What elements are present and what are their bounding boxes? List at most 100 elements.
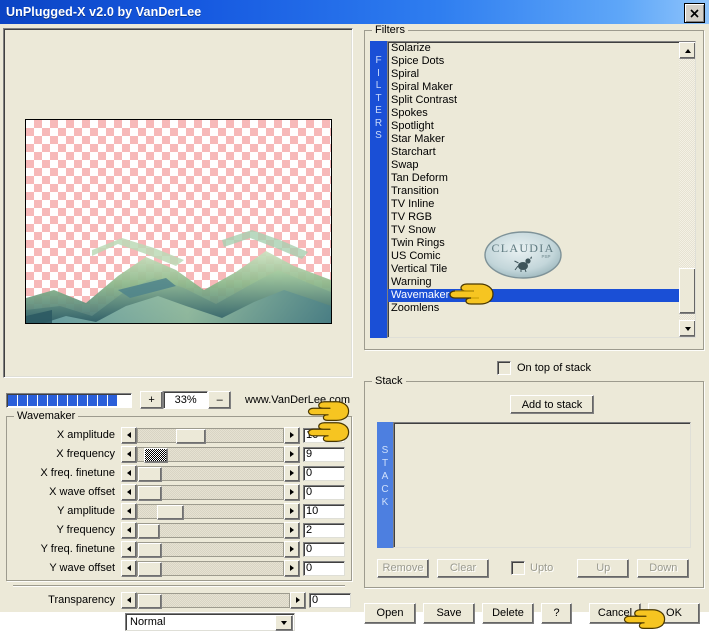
- parameter-slider-thumb[interactable]: [156, 504, 184, 520]
- parameter-value[interactable]: 0: [303, 465, 345, 481]
- upto-row[interactable]: Upto: [511, 561, 553, 575]
- parameter-value[interactable]: 0: [303, 484, 345, 500]
- filter-item[interactable]: Spotlight: [388, 120, 679, 133]
- on-top-of-stack-row[interactable]: On top of stack: [497, 361, 591, 375]
- filters-vertical-letter: I: [377, 67, 380, 79]
- parameter-decrement-button[interactable]: [121, 521, 137, 539]
- cancel-button[interactable]: Cancel: [589, 602, 641, 624]
- filter-item[interactable]: Wavemaker: [388, 289, 679, 302]
- filters-list-wrapper: FILTERS Solarize Spice Dots Spiral Spiral M…: [370, 41, 696, 338]
- parameter-slider-thumb[interactable]: [143, 447, 168, 463]
- filter-item[interactable]: US Comic: [388, 250, 679, 263]
- transparency-decrement-button[interactable]: [121, 591, 137, 609]
- on-top-of-stack-checkbox[interactable]: [497, 361, 511, 375]
- parameter-slider-track[interactable]: [137, 503, 284, 520]
- parameter-decrement-button[interactable]: [121, 464, 137, 482]
- save-button[interactable]: Save: [423, 602, 475, 624]
- upto-checkbox[interactable]: [511, 561, 525, 575]
- add-to-stack-button[interactable]: Add to stack: [510, 395, 594, 414]
- filter-item[interactable]: TV Snow: [388, 224, 679, 237]
- parameter-slider-track[interactable]: [137, 465, 284, 482]
- parameter-slider-track[interactable]: [137, 484, 284, 501]
- parameter-slider-thumb[interactable]: [175, 428, 206, 444]
- filter-item[interactable]: Twin Rings: [388, 237, 679, 250]
- filter-item[interactable]: Solarize: [388, 42, 679, 55]
- zoom-out-button[interactable]: –: [208, 391, 232, 409]
- filter-item[interactable]: Warning: [388, 276, 679, 289]
- parameter-slider-thumb[interactable]: [138, 542, 162, 558]
- parameter-increment-button[interactable]: [284, 445, 300, 463]
- zoom-in-button[interactable]: +: [140, 391, 163, 409]
- window-title: UnPlugged-X v2.0 by VanDerLee: [6, 5, 202, 19]
- parameter-decrement-button[interactable]: [121, 426, 137, 444]
- ok-button[interactable]: OK: [648, 602, 700, 624]
- close-button[interactable]: [684, 3, 705, 23]
- filter-item[interactable]: TV RGB: [388, 211, 679, 224]
- parameter-increment-button[interactable]: [284, 540, 300, 558]
- parameter-slider-track[interactable]: [137, 522, 284, 539]
- parameter-value[interactable]: 0: [303, 541, 345, 557]
- parameter-increment-button[interactable]: [284, 426, 300, 444]
- parameter-value[interactable]: 16: [303, 427, 345, 443]
- filter-item[interactable]: Starchart: [388, 146, 679, 159]
- filter-item[interactable]: Spokes: [388, 107, 679, 120]
- scroll-down-button[interactable]: [679, 320, 695, 337]
- website-link[interactable]: www.VanDerLee.com: [245, 394, 350, 406]
- parameter-value[interactable]: 2: [303, 522, 345, 538]
- clear-button[interactable]: Clear: [437, 558, 489, 578]
- open-button[interactable]: Open: [364, 602, 416, 624]
- parameter-decrement-button[interactable]: [121, 540, 137, 558]
- parameter-increment-button[interactable]: [284, 559, 300, 577]
- transparency-slider-thumb[interactable]: [138, 593, 162, 609]
- filter-item[interactable]: Tan Deform: [388, 172, 679, 185]
- parameter-slider-thumb[interactable]: [138, 466, 162, 482]
- chevron-down-icon[interactable]: [275, 615, 293, 631]
- transparency-increment-button[interactable]: [290, 591, 306, 609]
- filter-item[interactable]: Transition: [388, 185, 679, 198]
- stack-listbox[interactable]: [393, 422, 691, 548]
- filter-item[interactable]: Star Maker: [388, 133, 679, 146]
- parameter-slider-track[interactable]: [137, 560, 284, 577]
- filters-listbox[interactable]: Solarize Spice Dots Spiral Spiral Maker Spli…: [387, 41, 696, 338]
- scrollbar-thumb[interactable]: [679, 268, 695, 314]
- filters-scrollbar[interactable]: [679, 42, 695, 337]
- filter-item[interactable]: Spice Dots: [388, 55, 679, 68]
- transparency-slider-track[interactable]: [137, 592, 290, 609]
- parameter-decrement-button[interactable]: [121, 502, 137, 520]
- help-button[interactable]: ?: [541, 602, 572, 624]
- parameter-slider-thumb[interactable]: [138, 485, 162, 501]
- filter-item[interactable]: Zoomlens: [388, 302, 679, 315]
- parameter-slider-track[interactable]: [137, 427, 284, 444]
- filter-item[interactable]: Swap: [388, 159, 679, 172]
- transparency-value[interactable]: 0: [309, 592, 351, 608]
- up-button[interactable]: Up: [577, 558, 630, 578]
- remove-button[interactable]: Remove: [377, 558, 429, 578]
- filter-item[interactable]: TV Inline: [388, 198, 679, 211]
- parameter-slider-track[interactable]: [137, 541, 284, 558]
- parameter-value[interactable]: 10: [303, 503, 345, 519]
- parameter-decrement-button[interactable]: [121, 559, 137, 577]
- parameter-increment-button[interactable]: [284, 483, 300, 501]
- filter-item[interactable]: Split Contrast: [388, 94, 679, 107]
- parameter-increment-button[interactable]: [284, 521, 300, 539]
- filter-item[interactable]: Spiral Maker: [388, 81, 679, 94]
- parameter-slider-thumb[interactable]: [138, 561, 162, 577]
- blend-mode-select[interactable]: Normal: [125, 613, 295, 631]
- parameter-increment-button[interactable]: [284, 502, 300, 520]
- stack-vertical-label: STACK: [377, 422, 393, 548]
- delete-button[interactable]: Delete: [482, 602, 534, 624]
- down-button[interactable]: Down: [637, 558, 690, 578]
- preview-pane[interactable]: [3, 28, 353, 378]
- filter-item[interactable]: Spiral: [388, 68, 679, 81]
- scroll-up-button[interactable]: [679, 42, 695, 59]
- parameter-slider-thumb[interactable]: [138, 523, 160, 539]
- parameter-increment-button[interactable]: [284, 464, 300, 482]
- parameter-value[interactable]: 0: [303, 560, 345, 576]
- parameter-value[interactable]: 9: [303, 446, 345, 462]
- parameter-decrement-button[interactable]: [121, 445, 137, 463]
- filter-item[interactable]: Vertical Tile: [388, 263, 679, 276]
- parameter-slider-track[interactable]: [137, 446, 284, 463]
- preview-image: [25, 119, 332, 324]
- parameter-decrement-button[interactable]: [121, 483, 137, 501]
- stack-vertical-letter: C: [381, 484, 389, 495]
